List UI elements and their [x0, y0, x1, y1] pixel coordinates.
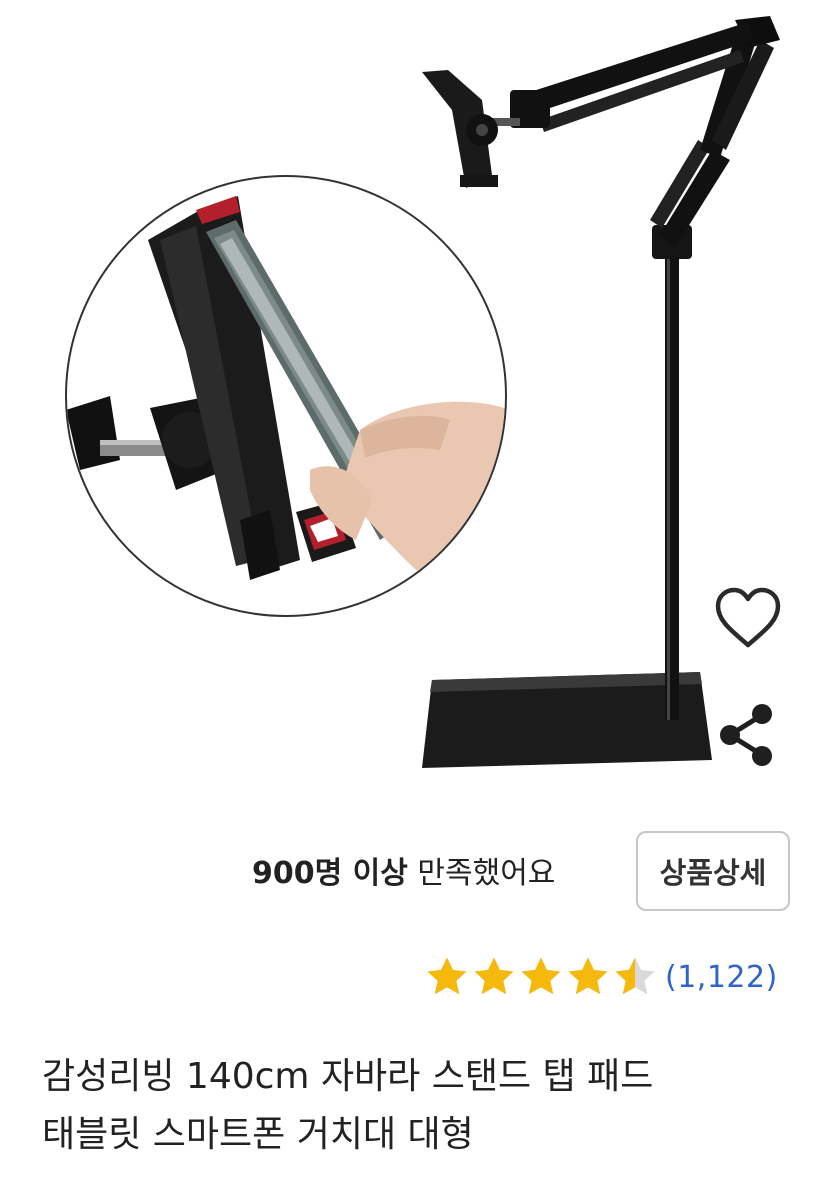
satisfaction-summary: 900명 이상 만족했어요 — [252, 852, 555, 896]
star-icon — [521, 957, 561, 995]
wishlist-button[interactable] — [712, 585, 784, 651]
star-icon — [474, 957, 514, 995]
rating[interactable]: (1,122) — [424, 950, 778, 1004]
satisfaction-label: 만족했어요 — [407, 856, 556, 891]
product-title: 감성리빙 140cm 자바라 스탠드 탭 패드 태블릿 스마트폰 거치대 대형 — [42, 1048, 802, 1164]
share-icon — [720, 704, 772, 766]
product-title-line-2: 태블릿 스마트폰 거치대 대형 — [42, 1114, 474, 1155]
product-title-line-1: 감성리빙 140cm 자바라 스탠드 탭 패드 — [42, 1056, 654, 1097]
star-icon — [568, 957, 608, 995]
heart-outline-icon — [715, 587, 781, 648]
share-button[interactable] — [712, 700, 782, 770]
review-count[interactable]: (1,122) — [665, 960, 778, 995]
satisfaction-count: 900명 이상 — [252, 856, 408, 891]
star-rating — [424, 954, 659, 1000]
product-photo-stand — [65, 16, 780, 768]
product-detail-button[interactable]: 상품상세 — [636, 831, 790, 911]
star-icon — [427, 957, 467, 995]
product-image — [0, 0, 833, 800]
star-half-icon — [615, 957, 655, 995]
